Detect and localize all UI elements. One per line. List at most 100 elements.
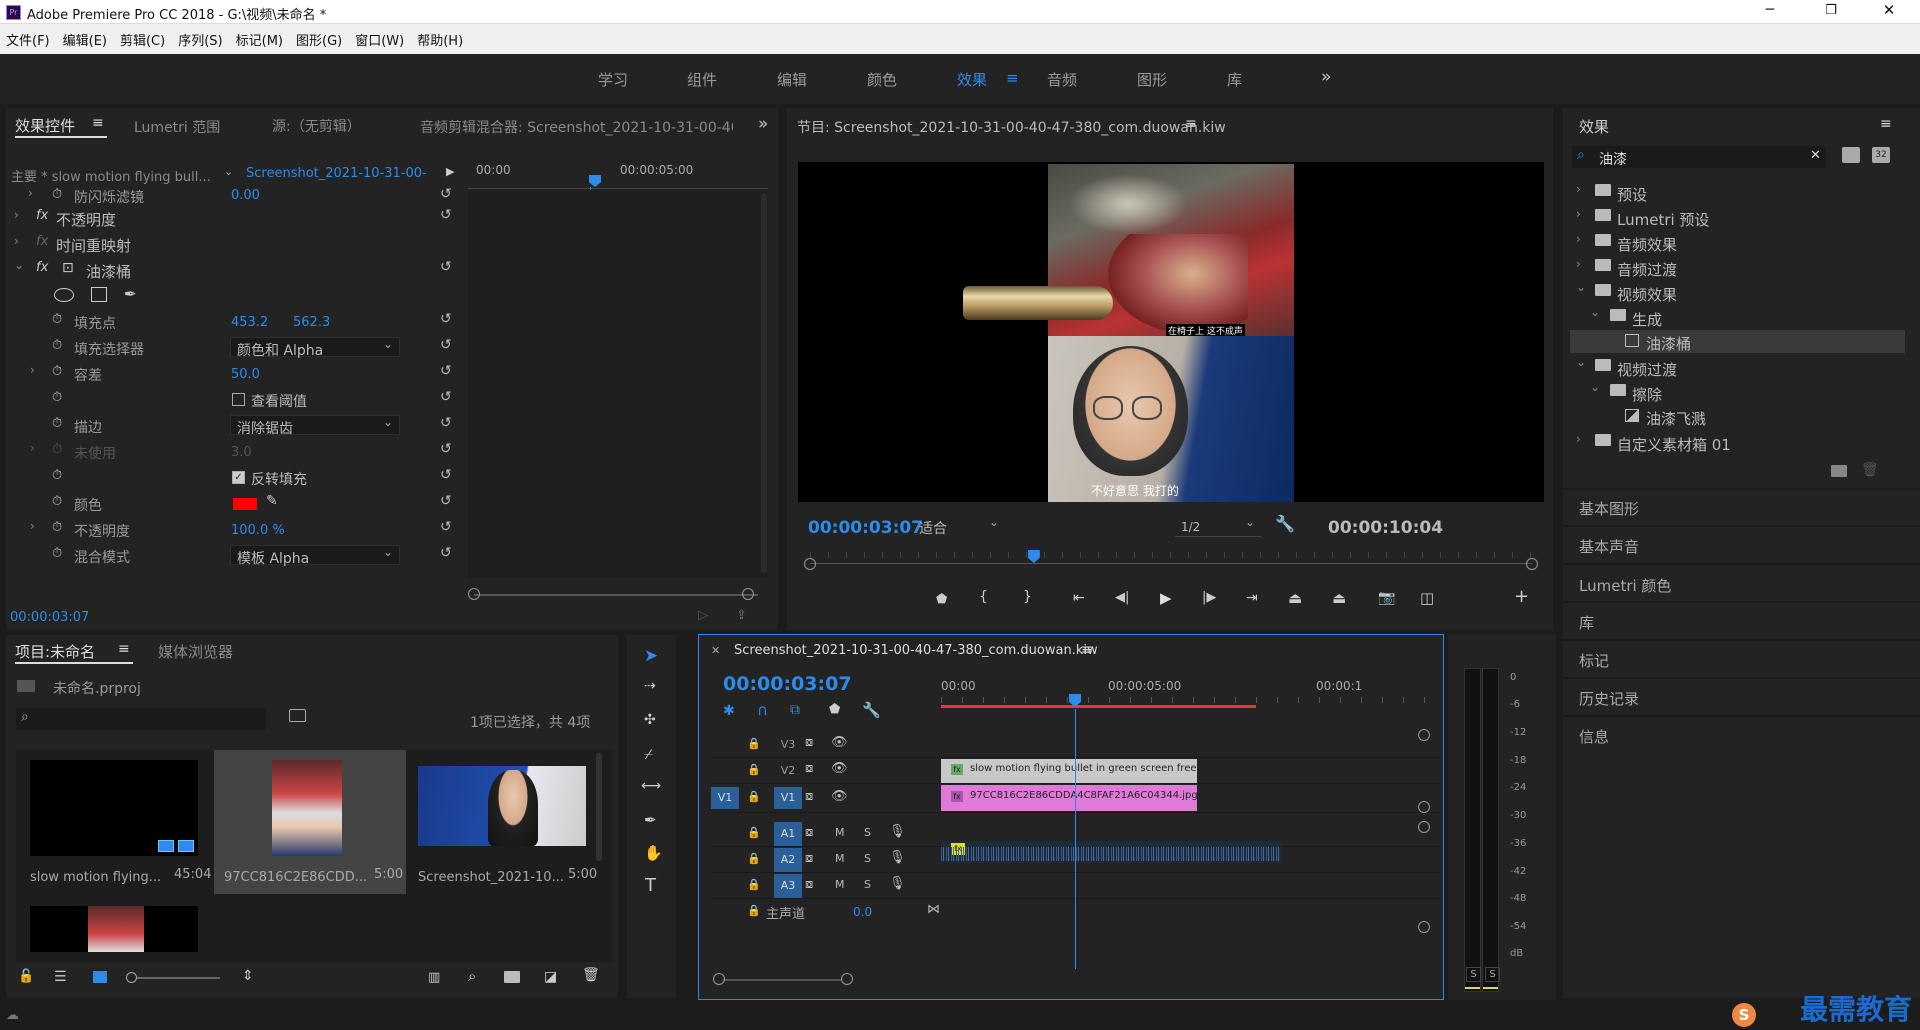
mute-button[interactable]: M (835, 826, 845, 839)
tab-menu-icon[interactable]: ≡ (118, 641, 130, 657)
lock-icon[interactable]: 🔒 (747, 763, 761, 776)
program-menu-icon[interactable]: ≡ (1185, 116, 1197, 132)
a-scroll-handle-bottom[interactable] (1418, 921, 1430, 933)
master-volume[interactable]: 0.0 (853, 905, 872, 919)
camera-icon[interactable]: 📷 (1378, 590, 1395, 606)
ec-ruler[interactable]: 00:00 00:00:05:00 (468, 161, 768, 189)
tree-item-paint-splatter[interactable]: 油漆飞溅 (1570, 405, 1905, 430)
sequence-tab-title[interactable]: Screenshot_2021-10-31-00-40-47-380_com.d… (734, 643, 1098, 658)
ec-row-time-remap[interactable]: › fx 时间重映射 (6, 232, 466, 256)
menu-clip[interactable]: 剪辑(C) (120, 30, 165, 49)
ripple-edit-tool-icon[interactable]: ✣ (644, 712, 656, 728)
program-timecode[interactable]: 00:00:03:07 (808, 518, 923, 538)
fill-point-x[interactable]: 453.2 (231, 315, 268, 330)
microphone-icon[interactable]: 🎙 (889, 850, 906, 865)
workspace-color[interactable]: 颜色 (867, 69, 897, 90)
ec-row-fill-selector[interactable]: ⏱ 填充选择器 颜色和 Alpha ⌄ ↺ (6, 336, 466, 360)
property-value[interactable]: 50.0 (231, 367, 260, 382)
fill-selector-dropdown[interactable]: 颜色和 Alpha ⌄ (230, 337, 400, 359)
workspace-editing[interactable]: 编辑 (777, 69, 807, 90)
property-value[interactable]: 0.00 (231, 188, 260, 203)
fx-icon[interactable]: fx (36, 208, 48, 223)
tab-lumetri-scopes[interactable]: Lumetri 范围 (134, 117, 220, 137)
menu-edit[interactable]: 编辑(E) (63, 30, 107, 49)
reset-icon[interactable]: ↺ (440, 186, 452, 202)
sync-lock-icon[interactable]: ⧇ (805, 761, 813, 776)
tab-source[interactable]: 源:（无剪辑） (272, 116, 361, 136)
clear-search-icon[interactable]: ✕ (1810, 148, 1821, 163)
mark-in-icon[interactable]: { (979, 589, 988, 605)
h-scroll-left-handle[interactable] (713, 973, 725, 985)
workspace-effects[interactable]: 效果 (957, 69, 987, 90)
zoom-slider-handle[interactable] (126, 972, 137, 983)
project-item[interactable] (20, 896, 212, 962)
ec-row-stroke[interactable]: ⏱ 描边 消除锯齿 ⌄ ↺ (6, 414, 466, 438)
chevron-right-icon[interactable]: › (14, 208, 19, 222)
menu-help[interactable]: 帮助(H) (417, 30, 463, 49)
tree-item-audio-transitions[interactable]: › 音频过渡 (1570, 255, 1905, 280)
trash-icon[interactable]: 🗑 (582, 967, 600, 983)
workspace-learn[interactable]: 学习 (598, 69, 628, 90)
fill-point-y[interactable]: 562.3 (293, 315, 330, 330)
ec-zoom-bar[interactable] (474, 594, 758, 596)
solo-button[interactable]: S (864, 826, 871, 839)
v-scroll-handle-mid[interactable] (1418, 801, 1430, 813)
close-sequence-icon[interactable]: ✕ (711, 644, 720, 657)
panel-libraries[interactable]: 库 (1579, 612, 1594, 633)
solo-left-button[interactable]: S (1466, 967, 1481, 982)
32bit-effects-icon[interactable]: 32 (1872, 147, 1890, 163)
tree-item-paint-bucket[interactable]: 油漆桶 (1570, 330, 1905, 353)
project-search[interactable]: ⌕ (16, 708, 266, 730)
project-item[interactable]: Screenshot_2021-10... 5:00 (408, 750, 600, 894)
chevron-right-icon[interactable]: › (14, 234, 19, 248)
filter-icon[interactable]: ▷ (698, 608, 708, 623)
step-back-icon[interactable]: ◀| (1115, 590, 1129, 605)
solo-right-button[interactable]: S (1485, 967, 1500, 982)
new-bin-icon[interactable] (1831, 465, 1847, 477)
sync-lock-icon[interactable]: ⧇ (805, 851, 813, 866)
razor-tool-icon[interactable]: ⌿ (644, 745, 653, 763)
stopwatch-icon[interactable]: ⏱ (52, 468, 62, 483)
transform-box-icon[interactable]: ⊡ (62, 260, 74, 276)
reset-icon[interactable]: ↺ (440, 467, 452, 483)
effects-menu-icon[interactable]: ≡ (1880, 116, 1892, 132)
sync-lock-icon[interactable]: ⧇ (805, 735, 813, 750)
wrench-icon[interactable]: 🔧 (1275, 514, 1295, 533)
reset-icon[interactable]: ↺ (440, 519, 452, 535)
new-bin-icon[interactable] (504, 971, 520, 983)
sync-lock-icon[interactable]: ⧇ (805, 825, 813, 840)
reset-icon[interactable]: ↺ (440, 311, 452, 327)
close-button[interactable]: ✕ (1881, 1, 1897, 19)
track-label[interactable]: V1 (774, 787, 802, 809)
h-scroll-right-handle[interactable] (841, 973, 853, 985)
mute-button[interactable]: M (835, 852, 845, 865)
go-to-edit-icon[interactable]: ⋈ (927, 902, 940, 917)
ec-row-color[interactable]: ⏱ 颜色 ✎ ↺ (6, 492, 466, 516)
reset-icon[interactable]: ↺ (440, 363, 452, 379)
lock-icon[interactable]: 🔓 (18, 969, 34, 984)
play-clip-icon[interactable]: ▶ (446, 165, 454, 178)
blend-mode-dropdown[interactable]: 模板 Alpha ⌄ (230, 545, 400, 567)
reset-icon[interactable]: ↺ (440, 207, 452, 223)
chevron-right-icon[interactable]: › (30, 441, 35, 455)
menu-window[interactable]: 窗口(W) (355, 30, 404, 49)
track-label[interactable]: A1 (774, 822, 802, 846)
minimize-button[interactable]: ─ (1762, 2, 1778, 20)
add-marker-icon[interactable]: ⬟ (936, 592, 947, 607)
find-icon[interactable]: ⌕ (468, 967, 476, 985)
go-to-in-icon[interactable]: ⇤ (1073, 590, 1085, 606)
solo-button[interactable]: S (864, 878, 871, 891)
reset-icon[interactable]: ↺ (440, 415, 452, 431)
stopwatch-icon[interactable]: ⏱ (52, 494, 62, 509)
tab-media-browser[interactable]: 媒体浏览器 (158, 641, 233, 662)
list-view-icon[interactable]: ☰ (54, 969, 67, 985)
tree-item-generate[interactable]: ⌄ 生成 (1570, 305, 1905, 330)
stopwatch-icon[interactable]: ⏱ (52, 390, 62, 405)
fx-icon[interactable]: fx (36, 260, 48, 275)
tab-effect-controls[interactable]: 效果控件 (15, 115, 75, 136)
tab-menu-icon[interactable]: ≡ (92, 115, 104, 131)
stopwatch-icon[interactable]: ⏱ (52, 364, 62, 379)
workspace-assembly[interactable]: 组件 (687, 69, 717, 90)
panel-overflow-icon[interactable]: » (758, 114, 768, 134)
reset-icon[interactable]: ↺ (440, 389, 452, 405)
